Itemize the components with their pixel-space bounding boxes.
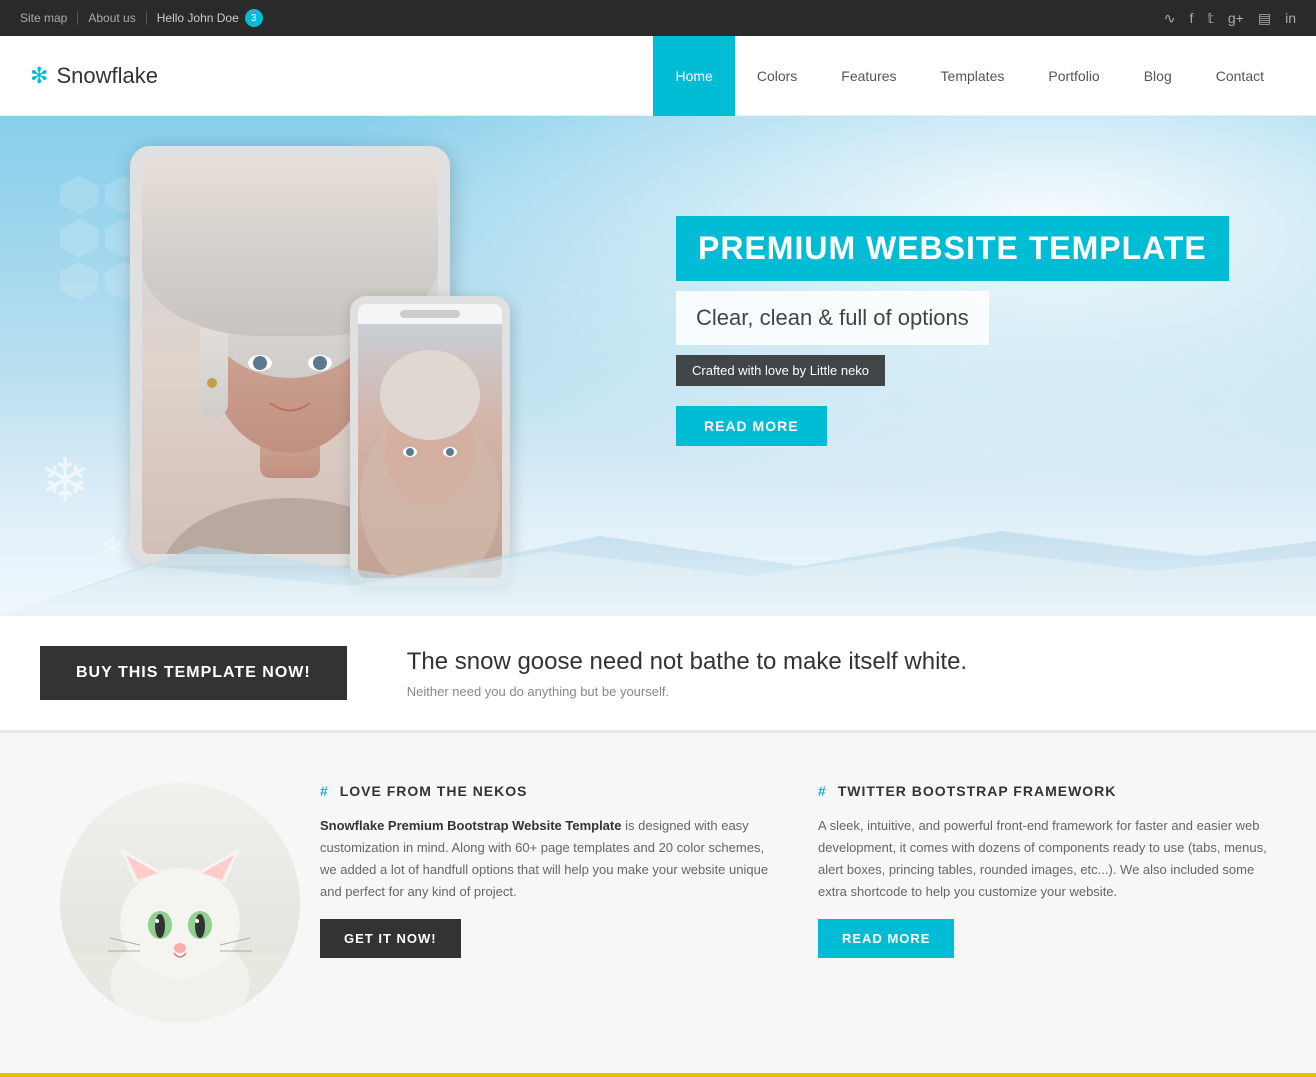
snowflake-icon: ✻ <box>30 63 48 89</box>
twitter-icon[interactable]: 𝕥 <box>1207 10 1214 27</box>
mountains-decoration <box>0 516 1316 616</box>
topbar-right: ∿ f 𝕥 g+ ▤ in <box>1164 10 1296 27</box>
feature-heading-1: # LOVE FROM THE NEKOS <box>320 783 778 799</box>
hash-icon-1: # <box>320 783 329 799</box>
main-nav: ✻ Snowflake Home Colors Features Templat… <box>0 36 1316 116</box>
instagram-icon[interactable]: ▤ <box>1258 10 1271 27</box>
sitemap-link[interactable]: Site map <box>20 11 78 25</box>
hero-cta-button[interactable]: READ MORE <box>676 406 827 446</box>
hash-icon-2: # <box>818 783 827 799</box>
nav-features[interactable]: Features <box>819 36 918 116</box>
features-columns: # LOVE FROM THE NEKOS Snowflake Premium … <box>320 783 1276 1023</box>
googleplus-icon[interactable]: g+ <box>1228 10 1244 26</box>
about-link[interactable]: About us <box>78 11 146 25</box>
user-greeting: Hello John Doe 3 <box>147 9 273 27</box>
nav-links: Home Colors Features Templates Portfolio… <box>653 36 1286 116</box>
buy-button[interactable]: BUY THIS TEMPLATE NOW! <box>40 646 347 700</box>
get-it-now-button[interactable]: GET IT NOW! <box>320 919 461 958</box>
nav-contact[interactable]: Contact <box>1194 36 1286 116</box>
phone-notch <box>400 310 460 318</box>
rss-icon[interactable]: ∿ <box>1164 10 1176 27</box>
hero-subtitle: Clear, clean & full of options <box>676 291 989 345</box>
notification-badge: 3 <box>245 9 263 27</box>
hero-section: ❄ ❄ <box>0 116 1316 616</box>
topbar: Site map About us Hello John Doe 3 ∿ f 𝕥… <box>0 0 1316 36</box>
hero-title: PREMIUM WEBSITE TEMPLATE <box>676 216 1229 281</box>
feature-col-2: # TWITTER BOOTSTRAP FRAMEWORK A sleek, i… <box>818 783 1276 1023</box>
cat-illustration <box>60 783 300 1023</box>
snowflake-decoration-large: ❄ <box>40 446 90 516</box>
hero-content: PREMIUM WEBSITE TEMPLATE Clear, clean & … <box>676 216 1236 446</box>
feature-heading-2: # TWITTER BOOTSTRAP FRAMEWORK <box>818 783 1276 799</box>
feature-col-1: # LOVE FROM THE NEKOS Snowflake Premium … <box>320 783 778 1023</box>
bottom-border <box>0 1073 1316 1077</box>
nav-portfolio[interactable]: Portfolio <box>1026 36 1121 116</box>
greeting-text: Hello John Doe <box>157 11 239 25</box>
feature-text-2: A sleek, intuitive, and powerful front-e… <box>818 815 1276 903</box>
cta-heading: The snow goose need not bathe to make it… <box>407 648 967 676</box>
cta-subtext: Neither need you do anything but be your… <box>407 684 967 699</box>
nav-home[interactable]: Home <box>653 36 734 116</box>
feature-text-1: Snowflake Premium Bootstrap Website Temp… <box>320 815 778 903</box>
facebook-icon[interactable]: f <box>1189 10 1193 26</box>
cta-text: The snow goose need not bathe to make it… <box>407 648 967 699</box>
topbar-left: Site map About us Hello John Doe 3 <box>20 9 273 27</box>
features-section: # LOVE FROM THE NEKOS Snowflake Premium … <box>0 733 1316 1073</box>
nav-blog[interactable]: Blog <box>1122 36 1194 116</box>
feature-title-1: LOVE FROM THE NEKOS <box>340 783 528 799</box>
logo[interactable]: ✻ Snowflake <box>30 63 158 89</box>
cat-image-container <box>40 783 320 1023</box>
hero-credit: Crafted with love by Little neko <box>676 355 885 386</box>
cat-circle <box>60 783 300 1023</box>
logo-text: Snowflake <box>56 63 158 89</box>
nav-colors[interactable]: Colors <box>735 36 819 116</box>
feature-bold-1: Snowflake Premium Bootstrap Website Temp… <box>320 818 621 833</box>
linkedin-icon[interactable]: in <box>1285 10 1296 26</box>
feature-title-2: TWITTER BOOTSTRAP FRAMEWORK <box>838 783 1117 799</box>
read-more-button[interactable]: READ MORE <box>818 919 954 958</box>
nav-templates[interactable]: Templates <box>919 36 1027 116</box>
cta-section: BUY THIS TEMPLATE NOW! The snow goose ne… <box>0 616 1316 733</box>
